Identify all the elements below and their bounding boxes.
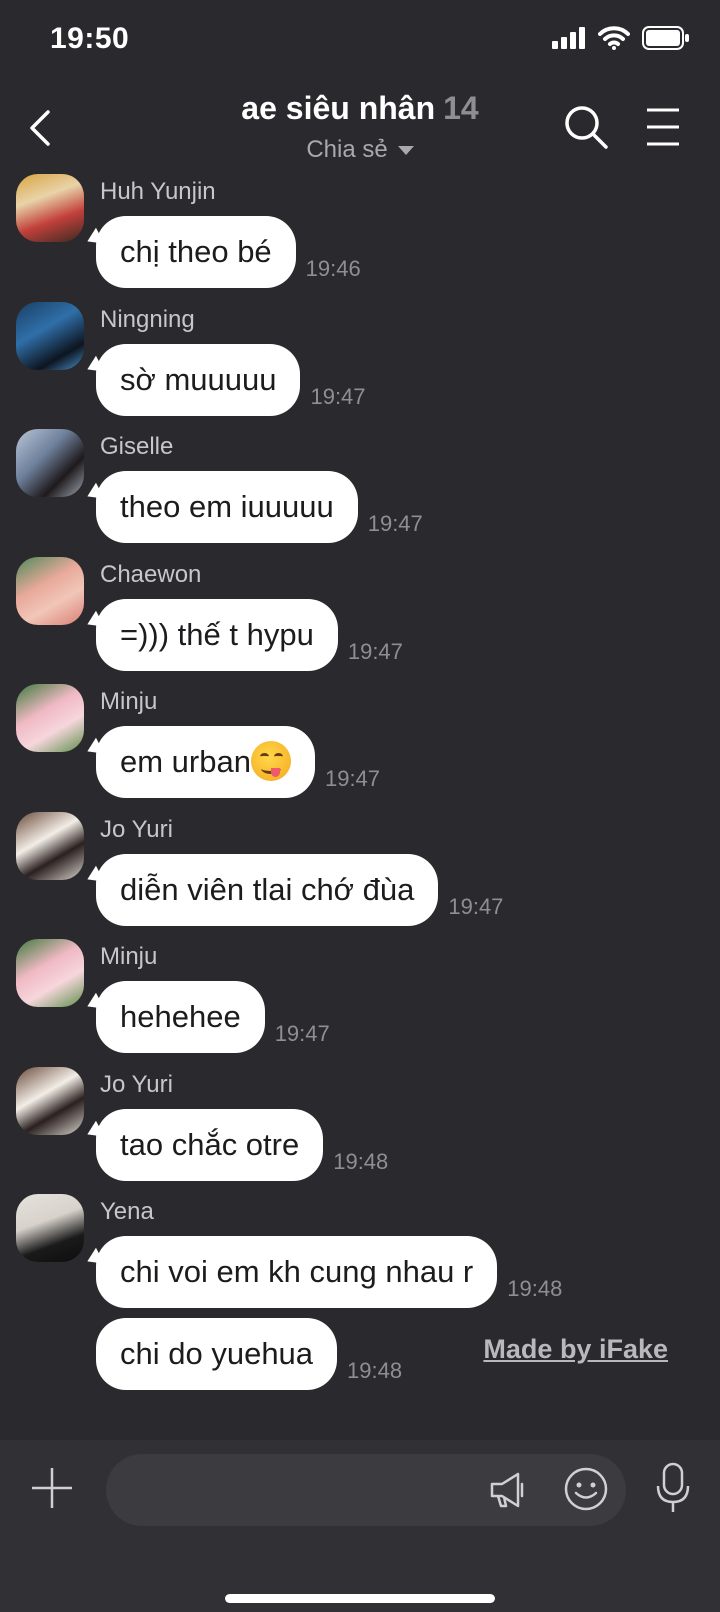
megaphone-icon[interactable] [488, 1470, 528, 1510]
sender-name: Giselle [100, 433, 174, 460]
sender-name: Huh Yunjin [100, 178, 216, 205]
message-time: 19:47 [367, 511, 423, 536]
avatar[interactable] [16, 812, 84, 880]
bubble-row: sờ muuuuu 19:47 [96, 344, 366, 416]
chat-header: ae siêu nhân 14 Chia sẻ [0, 84, 720, 174]
caret-down-icon [397, 146, 414, 156]
message-time: 19:48 [507, 1276, 563, 1301]
avatar[interactable] [16, 684, 84, 752]
avatar[interactable] [16, 557, 84, 625]
message-bubble[interactable]: hehehee [96, 981, 265, 1053]
menu-icon[interactable] [645, 106, 681, 148]
battery-icon [642, 26, 689, 50]
message-list[interactable]: Huh Yunjin chị theo bé 19:46 Ningning sờ… [0, 170, 720, 1435]
share-label: Chia sẻ [306, 136, 388, 163]
bubble-row: hehehee 19:47 [96, 981, 330, 1053]
message-bubble[interactable]: tao chắc otre [96, 1109, 324, 1181]
message-time: 19:46 [305, 256, 361, 281]
message-bubble[interactable]: theo em iuuuuu [96, 471, 358, 543]
message-bubble[interactable]: chi voi em kh cung nhau r [96, 1236, 498, 1308]
avatar[interactable] [16, 429, 84, 497]
bubble-row: =))) thế t hypu 19:47 [96, 599, 403, 671]
search-icon[interactable] [563, 104, 609, 150]
sender-name: Minju [100, 688, 158, 715]
bubble-row: chị theo bé 19:46 [96, 216, 361, 288]
microphone-icon[interactable] [655, 1462, 691, 1514]
avatar[interactable] [16, 1194, 84, 1262]
sender-name: Minju [100, 943, 158, 970]
chat-title: ae siêu nhân [241, 90, 436, 126]
message-time: 19:48 [347, 1358, 403, 1383]
message-text: em urban [120, 744, 251, 779]
status-time: 19:50 [50, 22, 130, 55]
message-bubble[interactable]: chi do yuehua [96, 1318, 338, 1390]
home-indicator[interactable] [225, 1594, 495, 1603]
bubble-row: theo em iuuuuu 19:47 [96, 471, 423, 543]
message-time: 19:47 [310, 384, 366, 409]
message-bubble[interactable]: sờ muuuuu [96, 344, 301, 416]
sender-name: Ningning [100, 306, 195, 333]
emoji-icon[interactable] [563, 1466, 609, 1512]
yum-emoji-icon [250, 740, 291, 781]
message-time: 19:48 [333, 1149, 389, 1174]
message-time: 19:47 [347, 639, 403, 664]
bubble-row: chi do yuehua 19:48 [96, 1318, 402, 1390]
message-bubble[interactable]: =))) thế t hypu [96, 599, 338, 671]
avatar[interactable] [16, 1067, 84, 1135]
message-bubble[interactable]: chị theo bé [96, 216, 296, 288]
avatar[interactable] [16, 939, 84, 1007]
input-bar [0, 1440, 720, 1612]
bubble-row: em urban 19:47 [96, 726, 380, 798]
bubble-row: diễn viên tlai chớ đùa 19:47 [96, 854, 503, 926]
wifi-icon [598, 26, 630, 50]
chat-title-wrap[interactable]: ae siêu nhân 14 [0, 90, 720, 127]
sender-name: Jo Yuri [100, 1071, 173, 1098]
message-time: 19:47 [448, 894, 504, 919]
status-icons [552, 26, 690, 50]
avatar[interactable] [16, 174, 84, 242]
member-count: 14 [443, 90, 479, 126]
signal-icon [552, 27, 585, 49]
sender-name: Chaewon [100, 561, 202, 588]
message-time: 19:47 [324, 766, 381, 791]
message-bubble[interactable]: em urban [96, 726, 315, 798]
sender-name: Jo Yuri [100, 816, 173, 843]
bubble-row: chi voi em kh cung nhau r 19:48 [96, 1236, 562, 1308]
watermark: Made by iFake [483, 1334, 668, 1364]
message-input[interactable] [106, 1454, 626, 1526]
share-dropdown[interactable]: Chia sẻ [0, 136, 720, 164]
message-bubble[interactable]: diễn viên tlai chớ đùa [96, 854, 439, 926]
avatar[interactable] [16, 302, 84, 370]
bubble-row: tao chắc otre 19:48 [96, 1109, 388, 1181]
plus-icon[interactable] [30, 1466, 74, 1510]
message-time: 19:47 [274, 1021, 330, 1046]
status-bar: 19:50 [0, 0, 720, 80]
sender-name: Yena [100, 1198, 154, 1225]
